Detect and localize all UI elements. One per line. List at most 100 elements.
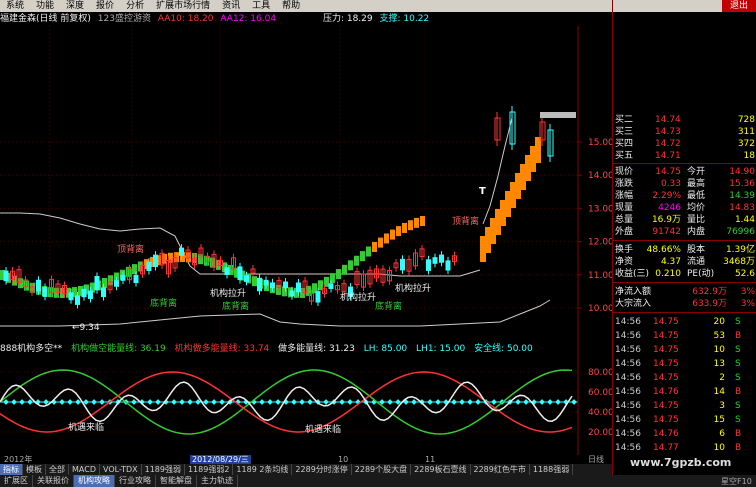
stat-label: 现量 — [615, 203, 634, 213]
bid-label: 买五 — [615, 151, 634, 161]
menu-tools[interactable]: 工具 — [246, 0, 276, 12]
ribbon-segment — [378, 237, 383, 248]
tab-6[interactable]: 1189强弱2 — [185, 464, 234, 475]
tab-5[interactable]: 1189强弱 — [142, 464, 185, 475]
ribbon-segment — [402, 222, 407, 233]
chance-label-2: 机遇来临 — [305, 423, 341, 435]
stat-row: 现价 14.75 今开 14.90 — [615, 166, 755, 178]
tick-side: B — [735, 429, 742, 439]
stat-label: 外盘 — [615, 227, 634, 237]
flow-label: 大宗流入 — [615, 299, 652, 309]
annotation-lift-2: 机构拉升 — [340, 291, 376, 303]
candle-body — [133, 274, 139, 284]
tick-time: 14:56 — [615, 345, 641, 355]
ribbon-segment — [24, 280, 29, 291]
safety-marker — [427, 399, 433, 405]
stat2-label: 收益(三) — [615, 269, 650, 279]
ribbon-segment — [126, 266, 131, 277]
ext-tab-0[interactable]: 扩展区 — [0, 475, 33, 487]
date-11: 11 — [425, 455, 436, 464]
tab-0[interactable]: 指标 — [0, 464, 23, 475]
menu-info[interactable]: 资讯 — [216, 0, 246, 12]
tab-9[interactable]: 2289个股大盘 — [352, 464, 412, 475]
bid-price: 14.73 — [655, 127, 681, 137]
menu-analysis[interactable]: 分析 — [120, 0, 150, 12]
tick-price: 14.76 — [653, 387, 679, 397]
bid-price: 14.72 — [655, 139, 681, 149]
ext-tab-5[interactable]: 主力轨迹 — [197, 475, 238, 487]
stat-label-right: 最高 — [687, 179, 706, 189]
stat2-label: 换手 — [615, 245, 634, 255]
tick-row: 14:56 14.75 3 S — [615, 400, 755, 412]
bid-label: 买三 — [615, 127, 634, 137]
aa12-value: AA12: 16.04 — [220, 14, 277, 24]
candlestick-chart[interactable]: 15.00 14.00 13.00 12.00 11.00 10.00 顶背离 顶背离 底… — [0, 26, 612, 340]
tick-time: 14:56 — [615, 443, 641, 453]
ribbon-segment — [372, 241, 377, 252]
panel-divider — [613, 312, 756, 313]
candle-body — [81, 288, 87, 298]
menu-depth[interactable]: 深度 — [60, 0, 90, 12]
tick-side: S — [735, 415, 741, 425]
tab-4[interactable]: VOL-TDX — [100, 464, 142, 475]
safety-marker — [475, 399, 481, 405]
tab-1[interactable]: 模板 — [23, 464, 46, 475]
tick-price: 14.75 — [653, 331, 679, 341]
safety-marker — [171, 399, 177, 405]
annotation-bottom-high-2: 底背离 — [222, 300, 249, 312]
safety-marker — [291, 399, 297, 405]
candle-body — [296, 282, 301, 293]
ribbon-segment — [384, 233, 389, 244]
ribbon-segment — [535, 137, 541, 163]
tick-time: 14:56 — [615, 373, 641, 383]
flow-value: 633.9万 — [692, 299, 727, 309]
tab-11[interactable]: 2289红色牛市 — [471, 464, 530, 475]
tab-12[interactable]: 1188强弱 — [530, 464, 574, 475]
tab-7[interactable]: 1189 2条均线 — [233, 464, 293, 475]
ind-tick-label: 60.00 — [588, 388, 612, 398]
stat2-value-right: 52.6 — [734, 269, 755, 279]
f10-button[interactable]: 星空F10 — [721, 476, 752, 487]
stat-label: 总量 — [615, 215, 634, 225]
stat-value: 16.9万 — [651, 215, 681, 225]
candle-body — [237, 266, 243, 281]
stat-label-right: 均价 — [687, 203, 706, 213]
indicator-chart[interactable]: 80.00 60.00 40.00 20.00 机遇来临 机遇来临 — [0, 340, 612, 455]
safety-marker — [131, 399, 137, 405]
stat-label-right: 今开 — [687, 167, 706, 177]
flow-value: 632.9万 — [692, 287, 727, 297]
price-tick-label: 11.00 — [588, 271, 612, 281]
stat2-label-right: 流通 — [687, 257, 706, 267]
stat-value-right: 15.36 — [729, 179, 755, 189]
menu-help[interactable]: 帮助 — [276, 0, 306, 12]
ext-tab-2[interactable]: 机构攻略 — [74, 475, 115, 487]
menu-quote[interactable]: 报价 — [90, 0, 120, 12]
ext-tab-4[interactable]: 智能解盘 — [156, 475, 197, 487]
tab-8[interactable]: 2289分时涨停 — [292, 464, 352, 475]
tab-2[interactable]: 全部 — [46, 464, 69, 475]
indicator-tabs: 指标 模板 全部 MACD VOL-TDX 1189强弱 1189强弱2 1189 2条均线 2… — [0, 464, 612, 475]
candle-body — [257, 277, 262, 292]
tab-10[interactable]: 2289板石壹线 — [411, 464, 471, 475]
stat-label-right: 最低 — [687, 191, 706, 201]
ext-tab-1[interactable]: 关联报价 — [33, 475, 74, 487]
stat2-label: 净资 — [615, 257, 634, 267]
safety-marker — [267, 399, 273, 405]
stat2-value-right: 1.39亿 — [725, 245, 755, 255]
tab-3[interactable]: MACD — [69, 464, 100, 475]
price-tick-label: 12.00 — [588, 238, 612, 248]
candle-body — [328, 283, 334, 289]
stat-label-right: 量比 — [687, 215, 706, 225]
tick-volume: 53 — [713, 331, 725, 341]
menu-function[interactable]: 功能 — [30, 0, 60, 12]
tick-price: 14.75 — [653, 359, 679, 369]
menu-ext-market[interactable]: 扩展市场行情 — [150, 0, 216, 12]
tick-side: S — [735, 359, 741, 369]
ribbon-segment — [420, 216, 425, 227]
safety-marker — [75, 399, 81, 405]
candle-body — [224, 267, 230, 275]
menu-system[interactable]: 系统 — [0, 0, 30, 12]
tick-side: S — [735, 317, 741, 327]
ext-tab-3[interactable]: 行业攻略 — [115, 475, 156, 487]
flow-percent: 3% — [740, 299, 755, 309]
